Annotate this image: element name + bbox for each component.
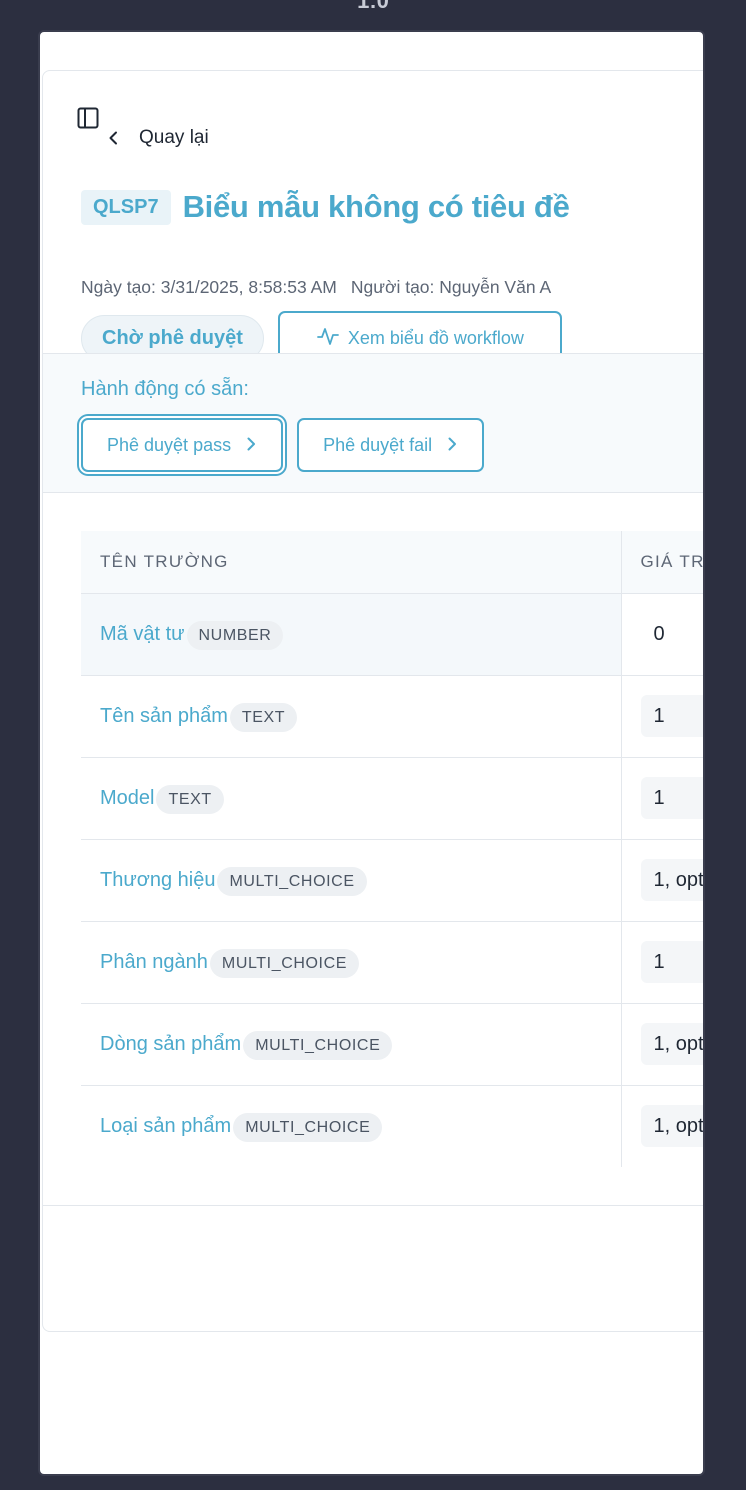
column-header-field-name: TÊN TRƯỜNG xyxy=(81,531,622,594)
chevron-right-icon xyxy=(446,435,458,456)
field-type-tag: MULTI_CHOICE xyxy=(217,866,367,896)
view-workflow-label: Xem biểu đồ workflow xyxy=(347,328,524,348)
table-row[interactable]: Loại sản phẩm MULTI_CHOICE 1, opt xyxy=(81,1085,703,1167)
page-title: Biểu mẫu không có tiêu đề xyxy=(182,189,570,224)
table-row[interactable]: Phân ngành MULTI_CHOICE 1 xyxy=(81,921,703,1004)
field-value: 1, opt xyxy=(640,1023,703,1065)
table-row[interactable]: Mã vật tư NUMBER 0 xyxy=(81,593,703,676)
field-value-cell: 1, opt xyxy=(621,839,703,922)
field-value-cell: 1, opt xyxy=(621,1003,703,1086)
created-at: Ngày tạo: 3/31/2025, 8:58:53 AM xyxy=(81,277,337,297)
actions-panel: Hành động có sẵn: Phê duyệt pass Phê duy… xyxy=(43,353,703,493)
field-value: 1 xyxy=(640,695,703,737)
activity-icon xyxy=(316,324,340,353)
actions-label: Hành động có sẵn: xyxy=(81,378,249,400)
field-value: 0 xyxy=(653,622,665,645)
field-name: Dòng sản phẩm xyxy=(100,1032,242,1055)
field-name: Tên sản phẩm xyxy=(100,704,228,727)
field-value-cell: 1 xyxy=(621,921,703,1004)
field-name-cell: Model TEXT xyxy=(81,757,622,840)
table-row[interactable]: Tên sản phẩm TEXT 1 xyxy=(81,675,703,758)
footer-divider xyxy=(43,1205,703,1206)
field-name: Phân ngành xyxy=(100,950,208,973)
field-value: 1, opt xyxy=(640,1105,703,1148)
form-detail-card: Quay lại QLSP7 Biểu mẫu không có tiêu đề… xyxy=(42,70,703,1332)
field-name-cell: Loại sản phẩm MULTI_CHOICE xyxy=(81,1085,622,1167)
sidebar-toggle-icon[interactable] xyxy=(77,107,99,129)
field-name: Thương hiệu xyxy=(100,868,216,891)
approve-pass-button[interactable]: Phê duyệt pass xyxy=(81,418,284,472)
table-row[interactable]: Model TEXT 1 xyxy=(81,757,703,840)
approve-fail-button[interactable]: Phê duyệt fail xyxy=(297,418,485,472)
form-code-badge: QLSP7 xyxy=(81,189,171,225)
column-header-value: GIÁ TRỊ xyxy=(621,531,703,594)
actions-row: Phê duyệt pass Phê duyệt fail xyxy=(81,418,485,472)
field-type-tag: MULTI_CHOICE xyxy=(233,1112,383,1142)
field-name-cell: Thương hiệu MULTI_CHOICE xyxy=(81,839,622,922)
field-type-tag: MULTI_CHOICE xyxy=(243,1030,393,1060)
field-type-tag: TEXT xyxy=(156,784,224,814)
table-row[interactable]: Thương hiệu MULTI_CHOICE 1, opt xyxy=(81,839,703,922)
field-name-cell: Dòng sản phẩm MULTI_CHOICE xyxy=(81,1003,622,1086)
app-window: Quay lại QLSP7 Biểu mẫu không có tiêu đề… xyxy=(38,30,705,1476)
field-value: 1 xyxy=(640,941,703,983)
field-value-cell: 0 xyxy=(621,593,703,676)
chevron-right-icon xyxy=(245,435,257,456)
field-value: 1, opt xyxy=(640,859,703,901)
field-name: Loại sản phẩm xyxy=(100,1114,232,1137)
approve-pass-label: Phê duyệt pass xyxy=(107,434,232,455)
field-value-cell: 1 xyxy=(621,675,703,758)
approve-fail-label: Phê duyệt fail xyxy=(323,434,433,455)
table-row[interactable]: Dòng sản phẩm MULTI_CHOICE 1, opt xyxy=(81,1003,703,1086)
back-label: Quay lại xyxy=(139,127,209,148)
fields-table: TÊN TRƯỜNG GIÁ TRỊ Mã vật tư NUMBER 0 Tên… xyxy=(81,531,703,1167)
field-name-cell: Tên sản phẩm TEXT xyxy=(81,675,622,758)
field-value-cell: 1 xyxy=(621,757,703,840)
field-name: Mã vật tư xyxy=(100,622,185,645)
field-name: Model xyxy=(100,786,155,809)
table-header-row: TÊN TRƯỜNG GIÁ TRỊ xyxy=(81,531,703,594)
back-link[interactable]: Quay lại xyxy=(107,123,209,153)
field-name-cell: Mã vật tư NUMBER xyxy=(81,593,622,676)
chevron-left-icon xyxy=(107,131,121,145)
field-type-tag: TEXT xyxy=(229,702,298,732)
field-type-tag: MULTI_CHOICE xyxy=(209,948,360,978)
meta-row: Ngày tạo: 3/31/2025, 8:58:53 AM Người tạ… xyxy=(81,277,551,298)
field-name-cell: Phân ngành MULTI_CHOICE xyxy=(81,921,622,1004)
field-value: 1 xyxy=(640,777,703,819)
title-row: QLSP7 Biểu mẫu không có tiêu đề xyxy=(81,189,570,225)
field-value-cell: 1, opt xyxy=(621,1085,703,1167)
created-by: Người tạo: Nguyễn Văn A xyxy=(350,277,552,297)
field-type-tag: NUMBER xyxy=(186,620,284,650)
window-top-label: 1:0 xyxy=(357,0,389,13)
